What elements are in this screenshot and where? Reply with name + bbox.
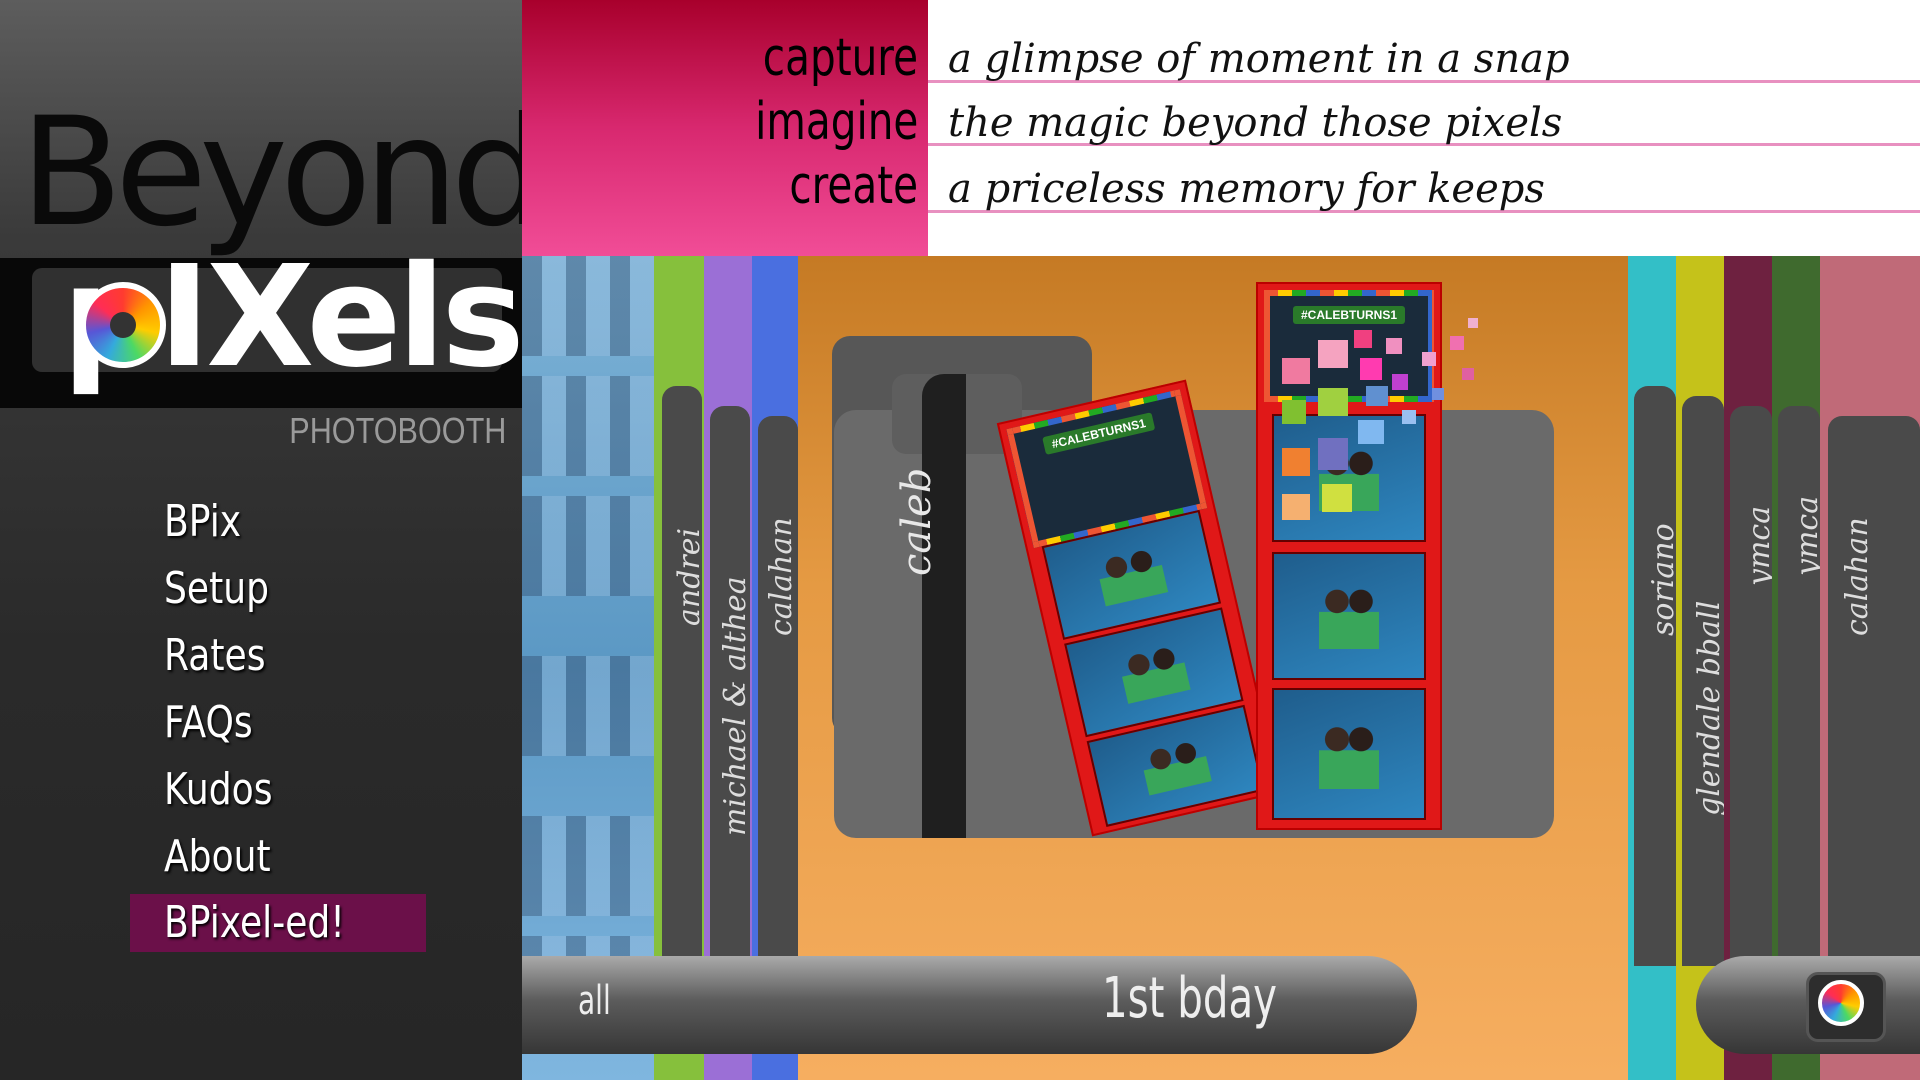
- album-label-calahan-right: calahan: [1840, 517, 1875, 636]
- tagline-phrase-imagine: the magic beyond those pixels: [948, 100, 1563, 146]
- tagline-word-imagine: imagine: [754, 92, 918, 152]
- tagline-phrase-capture: a glimpse of moment in a snap: [948, 36, 1570, 82]
- photostrip-frame: [1272, 688, 1426, 820]
- sidebar: Beyond pIXels PHOTOBOOTH BPix Setup Rate…: [0, 0, 522, 1080]
- tagline-phrase-create: a priceless memory for keeps: [948, 166, 1545, 212]
- album-gallery: andrei michael & althea calahan caleb #C…: [522, 256, 1920, 1080]
- filter-bar: all 1st bday: [522, 956, 1417, 1054]
- album-label-michael-althea: michael & althea: [718, 576, 753, 836]
- album-label-andrei: andrei: [672, 527, 707, 626]
- camera-lens-icon: [1818, 980, 1864, 1026]
- album-label-glendale-bball: glendale bball: [1692, 600, 1727, 816]
- filter-all-button[interactable]: all: [578, 978, 611, 1024]
- filter-current-label: 1st bday: [1102, 966, 1278, 1031]
- logo-wordmark-top: Beyond: [20, 86, 522, 260]
- tagline-word-create: create: [789, 156, 918, 216]
- nav-item-rates[interactable]: Rates: [130, 622, 430, 689]
- main-nav: BPix Setup Rates FAQs Kudos About BPixel…: [130, 488, 430, 952]
- album-strip-soriano[interactable]: soriano: [1628, 256, 1681, 1080]
- nav-item-setup[interactable]: Setup: [130, 555, 430, 622]
- nav-item-bpix[interactable]: BPix: [130, 488, 430, 555]
- folder-spine: [922, 374, 966, 838]
- album-label-caleb: caleb: [894, 467, 940, 576]
- pixel-scatter-decoration: [1282, 288, 1492, 538]
- camera-lens-icon: [80, 282, 166, 368]
- nav-item-faqs[interactable]: FAQs: [130, 689, 430, 756]
- nav-item-about[interactable]: About: [130, 823, 430, 890]
- tagline-word-capture: capture: [762, 28, 918, 88]
- nav-item-kudos[interactable]: Kudos: [130, 756, 430, 823]
- album-label-calahan-left: calahan: [764, 517, 799, 636]
- photostrip-hashtag: #CALEBTURNS1: [1042, 412, 1156, 455]
- album-strip-glendale-bball[interactable]: glendale bball: [1676, 256, 1727, 1080]
- nav-item-bpixel-ed[interactable]: BPixel-ed!: [130, 894, 426, 952]
- photostrip-frame: [1272, 552, 1426, 680]
- logo-subtitle: PHOTOBOOTH: [288, 410, 506, 451]
